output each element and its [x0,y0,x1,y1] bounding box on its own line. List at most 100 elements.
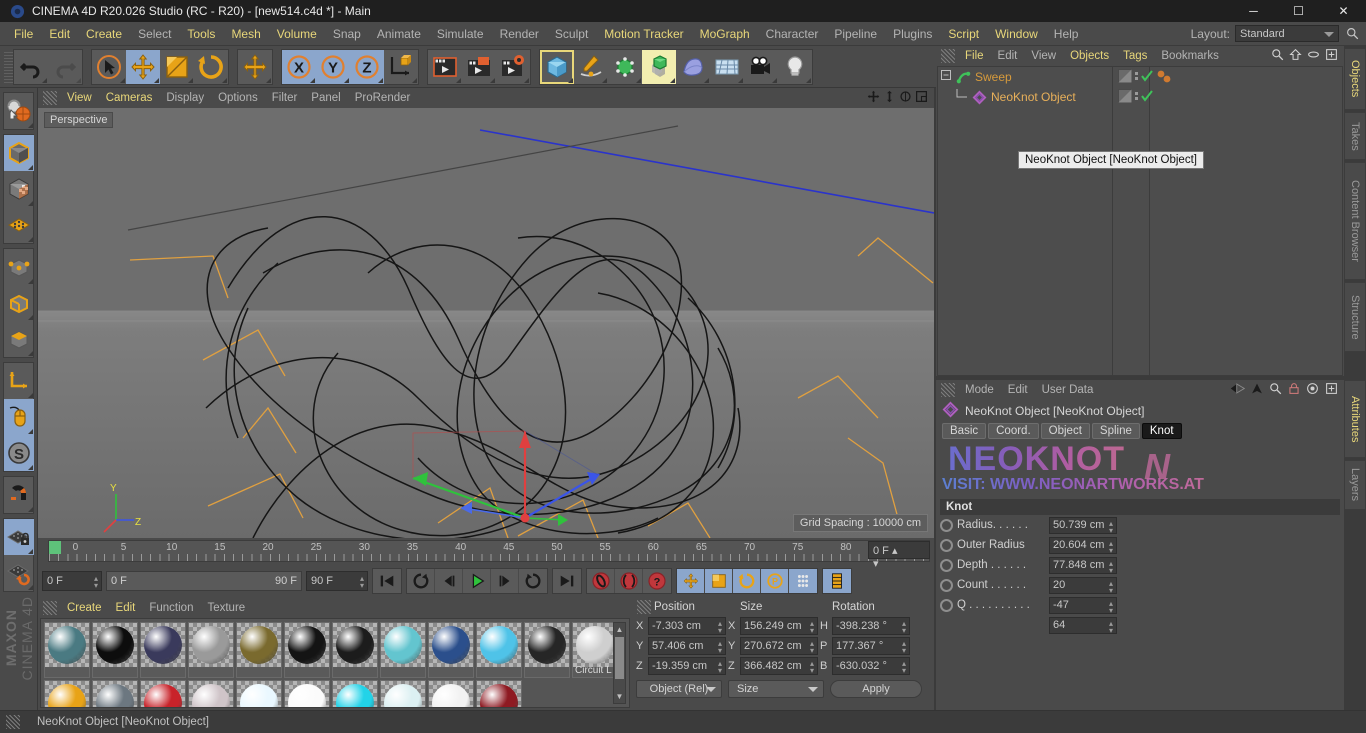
position-field[interactable]: 57.406 cm ▴ ▾ [648,637,726,655]
record-active-objects-button[interactable] [587,569,615,593]
parameter-radio[interactable] [940,598,953,612]
current-frame-field[interactable]: 0 F ▴ ▾ [868,541,930,570]
key-pla-toggle[interactable]: P [761,569,789,593]
material-item[interactable] [332,622,378,678]
spinner-icon[interactable]: ▴ ▾ [718,620,722,635]
search-icon[interactable] [1271,48,1284,64]
search-icon[interactable] [1344,26,1360,42]
axis-mode[interactable] [4,363,34,399]
render-settings-button[interactable] [496,49,530,84]
autokeying-button[interactable] [615,569,643,593]
up-arrow-icon[interactable] [1251,382,1263,398]
material-item[interactable]: Light Blu [332,680,378,707]
size-field[interactable]: 366.482 cm ▴ ▾ [740,657,818,675]
play-button[interactable] [463,569,491,593]
move-axis-tool[interactable] [238,49,272,84]
material-menu-function[interactable]: Function [142,598,200,618]
points-mode[interactable] [4,249,34,285]
enable-snapping[interactable]: S [4,435,34,471]
parameter-field[interactable]: 77.848 cm ▴ ▾ [1049,556,1117,574]
parameter-field[interactable]: 20.604 cm ▴ ▾ [1049,536,1117,554]
polygons-mode[interactable] [4,321,34,357]
key-rotation-toggle[interactable] [733,569,761,593]
zoom-view-icon[interactable] [883,90,896,106]
material-item[interactable]: Ruby [476,680,522,707]
rotate-view-icon[interactable] [899,90,912,106]
position-field[interactable]: -7.303 cm ▴ ▾ [648,617,726,635]
object-tree[interactable]: Sweep NeoKnot Object NeoKnot Object [NeoK… [937,66,1343,376]
material-item[interactable]: French F [92,680,138,707]
menu-item-sculpt[interactable]: Sculpt [547,22,596,46]
menu-item-window[interactable]: Window [987,22,1046,46]
rotation-field[interactable]: -630.032 ° ▴ ▾ [832,657,910,675]
attribute-tab-basic[interactable]: Basic [942,423,987,439]
edges-mode[interactable] [4,285,34,321]
viewport-menu-view[interactable]: View [60,88,99,108]
texture-mode[interactable] [4,171,34,207]
size-field[interactable]: 156.249 cm ▴ ▾ [740,617,818,635]
goto-end-button[interactable] [553,569,581,593]
key-scale-toggle[interactable] [705,569,733,593]
rotate-tool[interactable] [194,49,228,84]
menu-item-file[interactable]: File [6,22,41,46]
toolbar-grip[interactable] [4,49,13,84]
size-field[interactable]: 270.672 cm ▴ ▾ [740,637,818,655]
world-object-coordinates[interactable] [384,49,418,84]
material-item[interactable]: Neon [380,680,426,707]
search-icon[interactable] [1269,382,1282,398]
layout-dropdown[interactable]: Standard [1235,25,1339,42]
material-menu-edit[interactable]: Edit [109,598,143,618]
material-item[interactable]: Circuit L [572,622,618,678]
live-selection-tool[interactable] [92,49,126,84]
goto-start-button[interactable] [373,569,401,593]
target-icon[interactable] [1306,382,1319,398]
add-camera-button[interactable] [744,49,778,84]
plus-box-icon[interactable] [1325,382,1338,398]
viewport-menu-panel[interactable]: Panel [304,88,347,108]
step-back-button[interactable] [435,569,463,593]
material-item[interactable]: Curby [44,680,90,707]
ellipse-icon[interactable] [1307,48,1320,64]
material-item[interactable] [236,622,282,678]
back-arrow-icon[interactable] [1230,382,1246,398]
material-grip[interactable] [43,601,57,615]
coordinates-grip[interactable] [637,600,651,614]
make-editable-button[interactable] [4,93,34,129]
render-region-button[interactable] [462,49,496,84]
viewport-solo-mode[interactable] [4,399,34,435]
move-view-icon[interactable] [867,90,880,106]
frame-range-slider[interactable]: 0 F 90 F [106,571,302,591]
parameter-radio[interactable] [940,518,953,532]
material-item[interactable] [476,622,522,678]
menu-item-motion-tracker[interactable]: Motion Tracker [596,22,691,46]
menu-item-edit[interactable]: Edit [41,22,78,46]
attribute-grip[interactable] [941,383,955,397]
apply-button[interactable]: Apply [830,680,922,698]
material-item[interactable] [524,622,570,678]
scroll-down-icon[interactable]: ▼ [614,690,625,703]
object-tags[interactable] [1156,70,1176,87]
visibility-controls[interactable] [1118,89,1153,103]
spinner-icon[interactable]: ▴ ▾ [810,620,814,635]
status-grip[interactable] [6,715,20,729]
render-view-button[interactable] [428,49,462,84]
object-menu-objects[interactable]: Objects [1063,46,1116,66]
menu-item-mograph[interactable]: MoGraph [692,22,758,46]
parameter-field[interactable]: 20 ▴ ▾ [1049,576,1117,594]
spinner-icon[interactable]: ▴ ▾ [94,575,98,590]
spinner-icon[interactable]: ▴ ▾ [902,620,906,635]
rotation-field[interactable]: 177.367 ° ▴ ▾ [832,637,910,655]
material-menu-create[interactable]: Create [60,598,109,618]
end-frame-field[interactable]: 90 F ▴ ▾ [306,571,368,591]
vertical-tab-content-browser[interactable]: Content Browser [1344,162,1366,280]
material-list[interactable]: Circuit LCurbyFrench FRed WhWavy LinBlue… [40,618,630,708]
material-item[interactable] [140,622,186,678]
deformed-mode[interactable] [4,207,34,243]
spinner-icon[interactable]: ▴ ▾ [718,660,722,675]
menu-item-volume[interactable]: Volume [269,22,325,46]
material-menu-texture[interactable]: Texture [200,598,252,618]
viewport-menu-display[interactable]: Display [159,88,211,108]
add-scene-button[interactable] [710,49,744,84]
close-button[interactable]: ✕ [1321,0,1366,22]
menu-item-tools[interactable]: Tools [179,22,223,46]
